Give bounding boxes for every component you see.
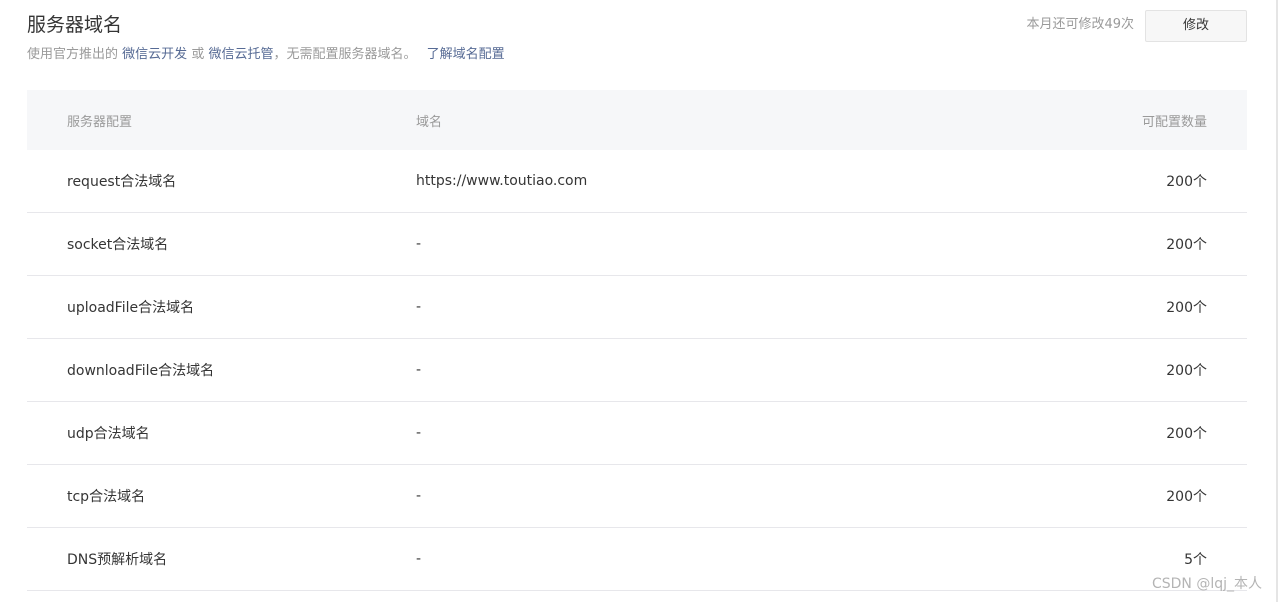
table-body: request合法域名 https://www.toutiao.com 200个 so… — [27, 150, 1247, 591]
desc-suffix: ，无需配置服务器域名。 — [273, 47, 417, 62]
table-row: socket合法域名 - 200个 — [27, 213, 1247, 276]
cell-count: 200个 — [1166, 174, 1207, 190]
cell-count: 200个 — [1166, 237, 1207, 253]
cell-domain: - — [416, 362, 422, 378]
cell-config: uploadFile合法域名 — [67, 300, 195, 316]
cell-count: 200个 — [1166, 489, 1207, 505]
cell-config: DNS预解析域名 — [67, 552, 168, 568]
table-row: tcp合法域名 - 200个 — [27, 465, 1247, 528]
cell-count: 200个 — [1166, 426, 1207, 442]
cell-domain: - — [416, 236, 422, 252]
page-title: 服务器域名 — [27, 14, 123, 36]
desc-or: 或 — [191, 47, 205, 62]
page: 服务器域名 使用官方推出的 微信云开发 或 微信云托管，无需配置服务器域名。 了… — [0, 0, 1278, 602]
domain-table: 服务器配置 域名 可配置数量 request合法域名 https://www.to… — [27, 90, 1247, 591]
table-row: uploadFile合法域名 - 200个 — [27, 276, 1247, 339]
cell-domain: - — [416, 551, 422, 567]
table-row: DNS预解析域名 - 5个 — [27, 528, 1247, 591]
modify-quota-text: 本月还可修改49次 — [1026, 17, 1134, 32]
table-row: downloadFile合法域名 - 200个 — [27, 339, 1247, 402]
table-header: 服务器配置 域名 可配置数量 — [27, 90, 1247, 150]
cell-domain: - — [416, 488, 422, 504]
cell-count: 200个 — [1166, 363, 1207, 379]
section-header: 服务器域名 使用官方推出的 微信云开发 或 微信云托管，无需配置服务器域名。 了… — [27, 10, 1247, 72]
cell-count: 200个 — [1166, 300, 1207, 316]
desc-prefix: 使用官方推出的 — [27, 47, 119, 62]
table-row: udp合法域名 - 200个 — [27, 402, 1247, 465]
column-header-count: 可配置数量 — [1141, 114, 1207, 130]
watermark: CSDN @lqj_本人 — [1151, 576, 1262, 592]
cloud-dev-link[interactable]: 微信云开发 — [122, 47, 187, 62]
cell-config: socket合法域名 — [67, 237, 169, 253]
cell-domain: https://www.toutiao.com — [416, 173, 588, 189]
cell-count: 5个 — [1184, 552, 1207, 568]
cell-config: downloadFile合法域名 — [67, 363, 215, 379]
cell-domain: - — [416, 299, 422, 315]
table-row: request合法域名 https://www.toutiao.com 200个 — [27, 150, 1247, 213]
cell-config: udp合法域名 — [67, 426, 150, 442]
cell-config: tcp合法域名 — [67, 489, 146, 505]
learn-domain-config-link[interactable]: 了解域名配置 — [427, 47, 505, 62]
edit-button[interactable]: 修改 — [1145, 10, 1247, 42]
section-description: 使用官方推出的 微信云开发 或 微信云托管，无需配置服务器域名。 了解域名配置 — [27, 46, 505, 64]
cell-config: request合法域名 — [67, 174, 177, 190]
column-header-config: 服务器配置 — [67, 114, 133, 130]
cloud-host-link[interactable]: 微信云托管 — [208, 47, 273, 62]
cell-domain: - — [416, 425, 422, 441]
column-header-domain: 域名 — [416, 114, 443, 130]
